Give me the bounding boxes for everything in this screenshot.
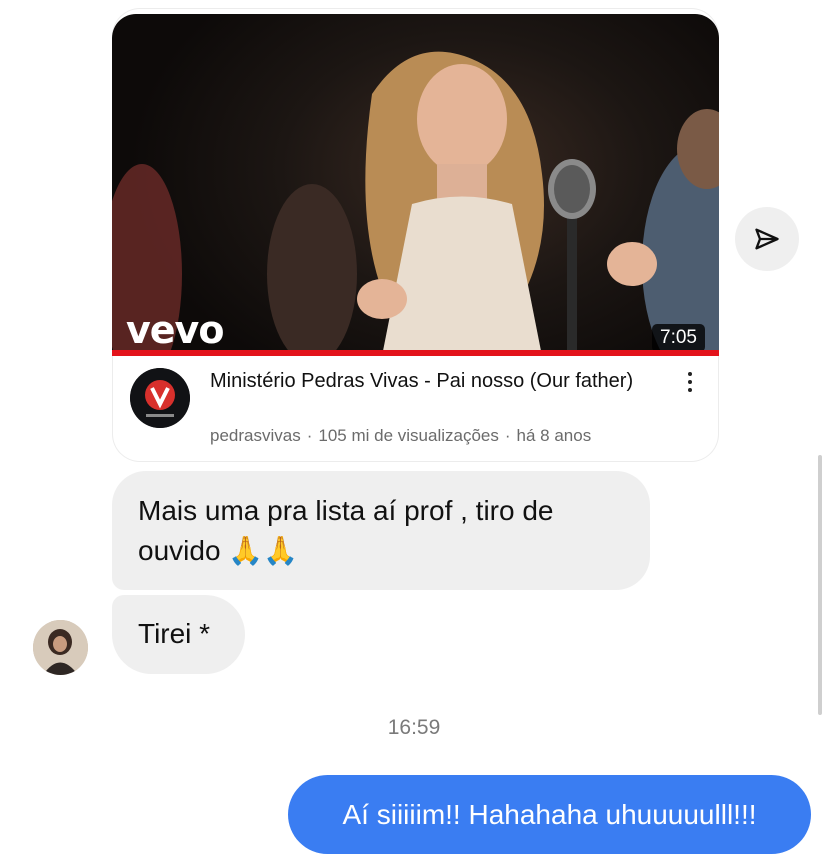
video-progress-bar	[112, 350, 719, 356]
meta-separator: ·	[504, 426, 511, 445]
message-text: Mais uma pra lista aí prof , tiro de ouv…	[138, 495, 554, 566]
channel-name[interactable]: pedrasvivas	[210, 426, 301, 445]
message-text: Aí siiiiim!! Hahahaha uhuuuuulll!!!	[342, 799, 757, 830]
thumbnail-image	[112, 51, 719, 356]
shared-video-card[interactable]: vevo 7:05 Ministério Pedras Vivas - Pai …	[112, 8, 719, 462]
avatar[interactable]	[33, 620, 88, 675]
incoming-message[interactable]: Mais uma pra lista aí prof , tiro de ouv…	[112, 471, 650, 590]
pedras-vivas-logo-icon	[130, 368, 190, 428]
video-title[interactable]: Ministério Pedras Vivas - Pai nosso (Our…	[210, 368, 660, 394]
share-button[interactable]	[735, 207, 799, 271]
message-text: Tirei *	[138, 618, 211, 649]
vevo-logo: vevo	[126, 308, 224, 352]
message-timestamp: 16:59	[387, 716, 441, 739]
video-meta: pedrasvivas · 105 mi de visualizações · há 8…	[210, 426, 591, 446]
video-progress-fill	[112, 350, 719, 356]
avatar-photo	[33, 620, 88, 675]
praying-hands-emoji: 🙏🙏	[228, 534, 299, 567]
more-vertical-icon[interactable]	[685, 372, 695, 400]
video-thumbnail[interactable]: vevo 7:05	[112, 14, 719, 356]
channel-avatar[interactable]	[130, 368, 190, 428]
video-duration: 7:05	[652, 324, 705, 352]
incoming-message[interactable]: Tirei *	[112, 595, 245, 674]
outgoing-message[interactable]: Aí siiiiim!! Hahahaha uhuuuuulll!!!	[288, 775, 811, 854]
scrollbar[interactable]	[818, 455, 822, 715]
view-count: 105 mi de visualizações	[318, 426, 499, 445]
meta-separator: ·	[306, 426, 313, 445]
upload-age: há 8 anos	[516, 426, 592, 445]
send-icon	[755, 228, 779, 250]
